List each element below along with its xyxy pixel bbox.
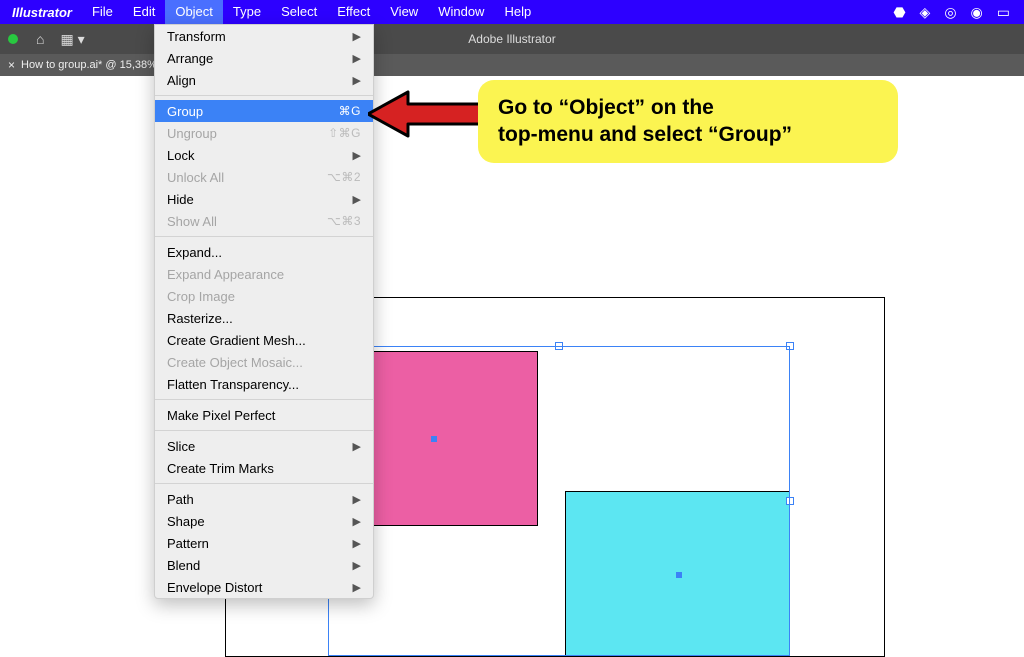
battery-icon[interactable]: ▭ — [997, 4, 1010, 21]
menu-file[interactable]: File — [82, 0, 123, 24]
callout-line1: Go to “Object” on the — [498, 94, 878, 121]
menu-item-label: Make Pixel Perfect — [167, 408, 361, 423]
mac-menubar: Illustrator File Edit Object Type Select… — [0, 0, 1024, 24]
menu-item-label: Rasterize... — [167, 311, 361, 326]
doc-tab-label: How to group.ai* @ 15,38% ( — [21, 59, 164, 71]
menu-item-label: Crop Image — [167, 289, 361, 304]
menu-item-label: Expand... — [167, 245, 361, 260]
close-icon[interactable]: × — [8, 58, 15, 72]
menu-edit[interactable]: Edit — [123, 0, 165, 24]
selection-handle[interactable] — [555, 342, 563, 350]
menu-item-expand-appearance: Expand Appearance — [155, 263, 373, 285]
submenu-chevron-icon: ▶ — [353, 30, 361, 43]
traffic-light-icon[interactable] — [8, 34, 18, 44]
app-name: Illustrator — [0, 5, 82, 20]
keyboard-shortcut: ⌥⌘2 — [327, 170, 361, 184]
menu-item-hide[interactable]: Hide▶ — [155, 188, 373, 210]
creativecloud-icon[interactable]: ◎ — [944, 4, 956, 21]
selection-handle[interactable] — [786, 497, 794, 505]
center-point-icon — [676, 572, 682, 578]
menu-item-lock[interactable]: Lock▶ — [155, 144, 373, 166]
menu-item-label: Show All — [167, 214, 327, 229]
menu-item-label: Slice — [167, 439, 353, 454]
menu-item-label: Expand Appearance — [167, 267, 361, 282]
menu-object[interactable]: Object — [165, 0, 223, 24]
center-point-icon — [431, 436, 437, 442]
layout-icon[interactable]: ▦ ▾ — [52, 31, 92, 48]
wifi-icon[interactable]: ◉ — [971, 4, 983, 21]
keyboard-shortcut: ⌘G — [339, 104, 361, 118]
menu-item-label: Hide — [167, 192, 353, 207]
menu-item-pattern[interactable]: Pattern▶ — [155, 532, 373, 554]
menu-item-label: Lock — [167, 148, 353, 163]
menu-item-make-pixel-perfect[interactable]: Make Pixel Perfect — [155, 404, 373, 426]
app-title: Adobe Illustrator — [468, 32, 555, 46]
menu-item-path[interactable]: Path▶ — [155, 488, 373, 510]
keyboard-shortcut: ⇧⌘G — [328, 126, 361, 140]
menu-item-align[interactable]: Align▶ — [155, 69, 373, 91]
menu-item-slice[interactable]: Slice▶ — [155, 435, 373, 457]
menu-item-group[interactable]: Group⌘G — [155, 100, 373, 122]
menu-item-label: Pattern — [167, 536, 353, 551]
annotation-arrow-icon — [368, 86, 488, 142]
menu-item-label: Create Gradient Mesh... — [167, 333, 361, 348]
menu-item-label: Unlock All — [167, 170, 327, 185]
menu-item-label: Arrange — [167, 51, 353, 66]
submenu-chevron-icon: ▶ — [353, 537, 361, 550]
instruction-callout: Go to “Object” on the top-menu and selec… — [478, 80, 898, 163]
menu-item-label: Group — [167, 104, 339, 119]
menu-item-create-gradient-mesh[interactable]: Create Gradient Mesh... — [155, 329, 373, 351]
keyboard-shortcut: ⌥⌘3 — [327, 214, 361, 228]
menu-item-create-trim-marks[interactable]: Create Trim Marks — [155, 457, 373, 479]
menu-item-label: Flatten Transparency... — [167, 377, 361, 392]
menu-window[interactable]: Window — [428, 0, 494, 24]
menu-item-label: Create Object Mosaic... — [167, 355, 361, 370]
menu-item-label: Align — [167, 73, 353, 88]
doc-tab[interactable]: × How to group.ai* @ 15,38% ( — [0, 58, 172, 72]
menu-view[interactable]: View — [380, 0, 428, 24]
menu-item-label: Envelope Distort — [167, 580, 353, 595]
submenu-chevron-icon: ▶ — [353, 581, 361, 594]
menu-item-label: Path — [167, 492, 353, 507]
submenu-chevron-icon: ▶ — [353, 193, 361, 206]
menu-effect[interactable]: Effect — [327, 0, 380, 24]
menu-item-rasterize[interactable]: Rasterize... — [155, 307, 373, 329]
submenu-chevron-icon: ▶ — [353, 74, 361, 87]
menu-item-create-object-mosaic: Create Object Mosaic... — [155, 351, 373, 373]
selection-handle[interactable] — [786, 342, 794, 350]
submenu-chevron-icon: ▶ — [353, 149, 361, 162]
submenu-chevron-icon: ▶ — [353, 515, 361, 528]
menu-item-envelope-distort[interactable]: Envelope Distort▶ — [155, 576, 373, 598]
menu-item-shape[interactable]: Shape▶ — [155, 510, 373, 532]
diamond-icon[interactable]: ◈ — [920, 4, 931, 21]
menu-item-transform[interactable]: Transform▶ — [155, 25, 373, 47]
submenu-chevron-icon: ▶ — [353, 493, 361, 506]
menubar-tray: ⬣ ◈ ◎ ◉ ▭ — [893, 4, 1024, 21]
checkshield-icon[interactable]: ⬣ — [893, 4, 905, 21]
menu-item-label: Create Trim Marks — [167, 461, 361, 476]
menu-type[interactable]: Type — [223, 0, 271, 24]
menu-item-ungroup: Ungroup⇧⌘G — [155, 122, 373, 144]
submenu-chevron-icon: ▶ — [353, 440, 361, 453]
menu-item-unlock-all: Unlock All⌥⌘2 — [155, 166, 373, 188]
menu-help[interactable]: Help — [494, 0, 541, 24]
submenu-chevron-icon: ▶ — [353, 559, 361, 572]
menu-item-label: Shape — [167, 514, 353, 529]
menu-item-expand[interactable]: Expand... — [155, 241, 373, 263]
menu-item-flatten-transparency[interactable]: Flatten Transparency... — [155, 373, 373, 395]
menu-item-blend[interactable]: Blend▶ — [155, 554, 373, 576]
menu-item-show-all: Show All⌥⌘3 — [155, 210, 373, 232]
menu-item-arrange[interactable]: Arrange▶ — [155, 47, 373, 69]
object-menu-dropdown: Transform▶Arrange▶Align▶Group⌘GUngroup⇧⌘… — [154, 24, 374, 599]
menu-item-label: Transform — [167, 29, 353, 44]
submenu-chevron-icon: ▶ — [353, 52, 361, 65]
menu-item-crop-image: Crop Image — [155, 285, 373, 307]
menu-select[interactable]: Select — [271, 0, 327, 24]
menu-item-label: Blend — [167, 558, 353, 573]
home-icon[interactable]: ⌂ — [28, 31, 52, 47]
callout-line2: top-menu and select “Group” — [498, 121, 878, 148]
menu-item-label: Ungroup — [167, 126, 328, 141]
